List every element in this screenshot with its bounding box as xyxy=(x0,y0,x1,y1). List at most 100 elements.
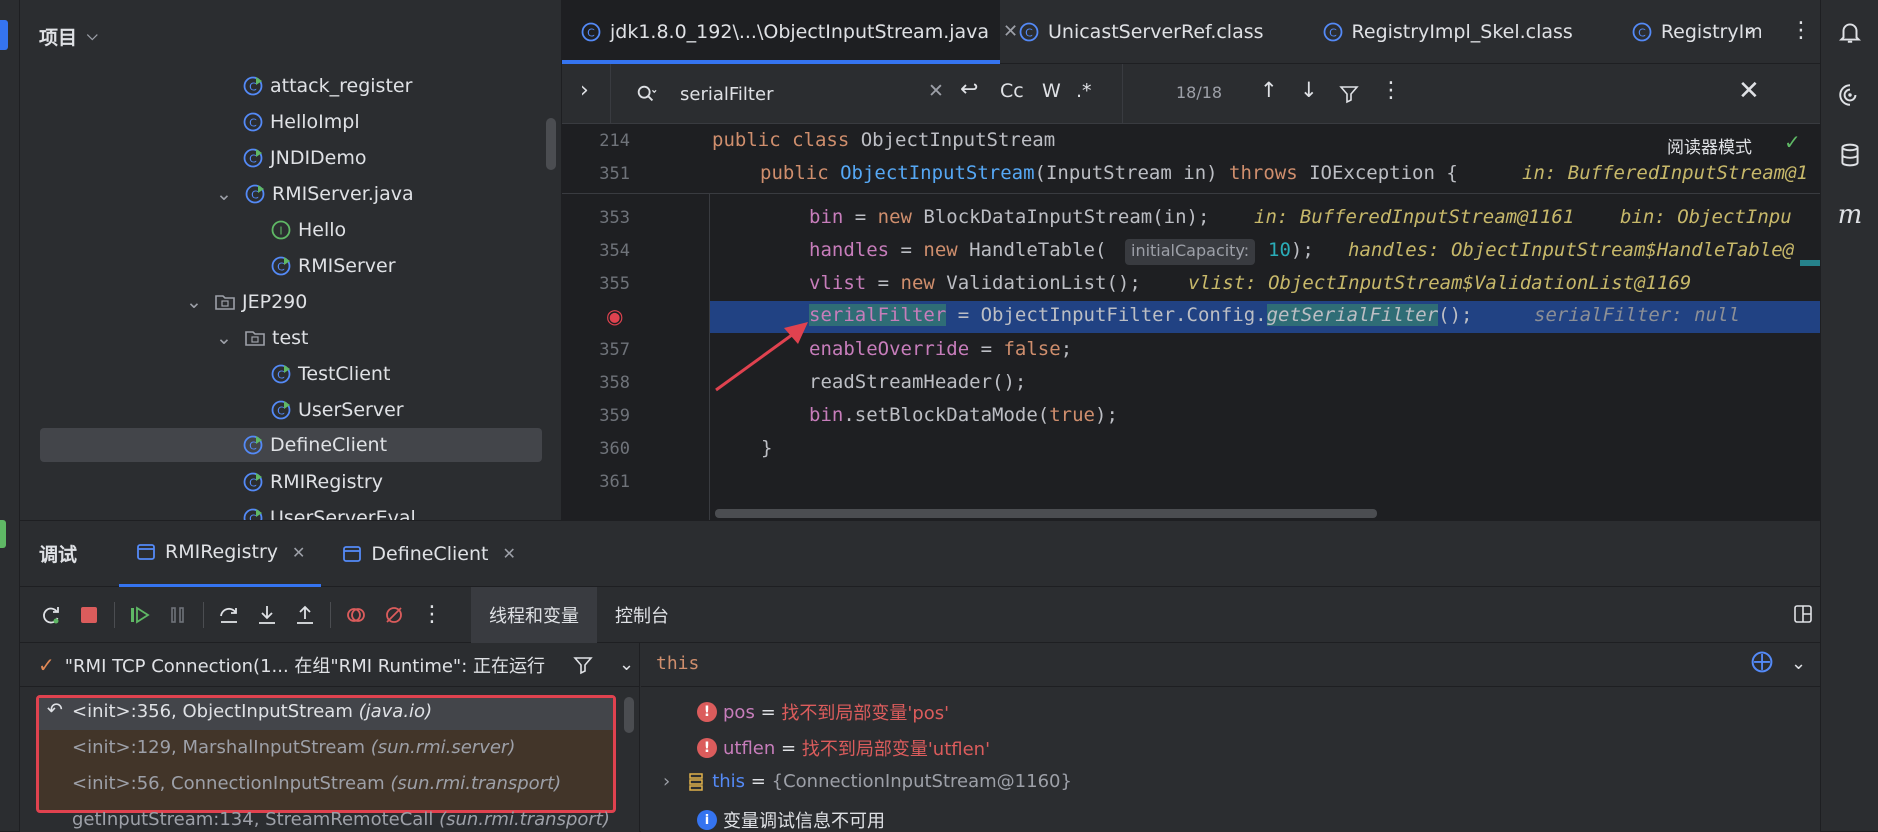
tree-item-rmiregistry[interactable]: C RMIRegistry xyxy=(242,465,383,499)
stack-frame[interactable]: <init>:56, ConnectionInputStream (sun.rm… xyxy=(72,773,561,794)
stop-icon[interactable] xyxy=(70,596,108,634)
session-tab-rmiregistry[interactable]: RMIRegistry ✕ xyxy=(119,521,322,587)
tree-item-testclient[interactable]: C TestClient xyxy=(270,357,390,391)
debug-tool-icon[interactable] xyxy=(0,520,6,548)
debug-tabs: 调试 RMIRegistry ✕ DefineClient ✕ xyxy=(20,521,1820,587)
tree-item-userserver[interactable]: C UserServer xyxy=(270,393,404,427)
mute-breakpoints-icon[interactable] xyxy=(375,596,413,634)
rerun-icon[interactable] xyxy=(32,596,70,634)
chevron-down-icon[interactable]: ⌄ xyxy=(216,327,232,349)
tree-item-hello[interactable]: I Hello xyxy=(270,213,346,247)
svg-text:C: C xyxy=(249,81,257,94)
close-find-icon[interactable]: ✕ xyxy=(1738,76,1760,106)
tab-threads-variables[interactable]: 线程和变量 xyxy=(471,586,597,643)
tree-item-test[interactable]: ⌄ test xyxy=(216,321,309,355)
tree-item-rmiserver-java[interactable]: ⌄ C RMIServer.java xyxy=(216,177,414,211)
whole-word-toggle[interactable]: W xyxy=(1042,80,1061,102)
sticky-constructor-decl: public ObjectInputStream(InputStream in)… xyxy=(760,162,1458,184)
session-tab-defineclient[interactable]: DefineClient ✕ xyxy=(325,521,531,587)
chevron-down-icon[interactable]: ⌵ xyxy=(87,28,98,44)
tab-objectinputstream[interactable]: C jdk1.8.0_192\...\ObjectInputStream.jav… xyxy=(562,0,1018,64)
search-icon[interactable] xyxy=(634,83,658,105)
variable-row[interactable]: ! utflen = 找不到局部变量'utflen' xyxy=(697,735,990,761)
class-run-icon: C xyxy=(243,435,263,455)
chevron-down-icon[interactable]: ⌄ xyxy=(216,183,232,205)
param-hint: initialCapacity: xyxy=(1125,239,1256,265)
horizontal-scrollbar[interactable] xyxy=(715,509,1377,518)
layout-icon[interactable] xyxy=(1792,603,1814,625)
class-run-icon: C xyxy=(271,400,291,420)
more-icon[interactable]: ⋮ xyxy=(1380,78,1402,103)
tab-registryimpl[interactable]: C RegistryIm xyxy=(1591,0,1761,64)
chevron-down-icon[interactable]: ⌄ xyxy=(619,654,634,675)
pause-icon[interactable] xyxy=(159,596,197,634)
svg-text:C: C xyxy=(249,513,257,521)
chevron-right-icon[interactable]: › xyxy=(580,78,589,103)
regex-toggle[interactable]: .* xyxy=(1076,80,1092,102)
chevron-down-icon[interactable]: ⌄ xyxy=(186,291,202,313)
project-scrollbar[interactable] xyxy=(546,118,556,170)
reader-mode-label[interactable]: 阅读器模式 xyxy=(1667,133,1752,158)
more-icon[interactable]: ⋮ xyxy=(1790,18,1812,43)
more-icon[interactable]: ⋮ xyxy=(413,596,451,634)
database-icon[interactable] xyxy=(1835,140,1865,170)
tree-item-jndidemo[interactable]: C JNDIDemo xyxy=(242,141,367,175)
step-into-icon[interactable] xyxy=(248,596,286,634)
tab-registryimpl-skel[interactable]: C RegistryImpl_Skel.class xyxy=(1282,0,1591,64)
tree-item-defineclient[interactable]: C DefineClient xyxy=(40,428,542,462)
svg-text:C: C xyxy=(277,405,285,418)
resume-icon[interactable] xyxy=(121,596,159,634)
ai-assistant-icon[interactable] xyxy=(1835,80,1865,110)
evaluate-input[interactable]: this xyxy=(656,653,699,674)
gutter-separator xyxy=(709,194,710,520)
maven-icon[interactable]: m xyxy=(1835,200,1865,230)
view-breakpoints-icon[interactable] xyxy=(337,596,375,634)
search-input[interactable] xyxy=(680,80,880,108)
tree-item-userservereval[interactable]: C UserServerEval xyxy=(242,501,416,520)
tree-item-attack-register[interactable]: C attack_register xyxy=(242,69,412,103)
notifications-icon[interactable] xyxy=(1835,17,1865,47)
arrow-up-icon[interactable]: ↑ xyxy=(1260,78,1278,102)
project-panel-header[interactable]: 项目 ⌵ xyxy=(20,0,561,72)
tree-item-rmiserver[interactable]: C RMIServer xyxy=(270,249,396,283)
tree-item-helloimpl[interactable]: C HelloImpl xyxy=(242,105,360,139)
tab-console[interactable]: 控制台 xyxy=(597,587,687,643)
line-number: 353 xyxy=(599,208,630,228)
breakpoint-eye-icon[interactable]: ◉ xyxy=(606,304,623,328)
stack-frame[interactable]: getInputStream:134, StreamRemoteCall (su… xyxy=(72,809,610,830)
arrow-down-icon[interactable]: ↓ xyxy=(1300,78,1318,102)
frames-scrollbar[interactable] xyxy=(624,697,634,733)
tree-item-jep290[interactable]: ⌄ JEP290 xyxy=(186,285,307,319)
stack-frame[interactable]: <init>:356, ObjectInputStream (java.io) xyxy=(72,701,432,722)
tab-unicastserverref[interactable]: C UnicastServerRef.class xyxy=(1000,0,1282,64)
variable-row[interactable]: › this = {ConnectionInputStream@1160} xyxy=(663,771,1072,792)
close-icon[interactable]: ✕ xyxy=(502,544,515,563)
class-icon: C xyxy=(1019,22,1039,41)
stack-frame[interactable]: <init>:129, MarshalInputStream (sun.rmi.… xyxy=(72,737,515,758)
filter-icon[interactable] xyxy=(573,655,593,675)
editor: C jdk1.8.0_192\...\ObjectInputStream.jav… xyxy=(562,0,1820,520)
sticky-lines: 214 public class ObjectInputStream 阅读器模式… xyxy=(562,124,1820,194)
add-watch-icon[interactable]: ⨁ xyxy=(1751,649,1773,674)
replace-icon[interactable]: ↩ xyxy=(960,77,978,102)
evaluate-bar[interactable]: this ⨁ ⌄ xyxy=(641,643,1820,687)
svg-text:C: C xyxy=(249,440,257,453)
chevron-down-icon[interactable]: ⌄ xyxy=(1791,653,1806,674)
chevron-down-icon[interactable]: ⌄ xyxy=(1742,18,1757,39)
svg-text:I: I xyxy=(279,225,282,238)
clear-icon[interactable]: ✕ xyxy=(928,80,944,102)
project-tool-icon[interactable] xyxy=(0,20,8,50)
class-icon: C xyxy=(1323,22,1342,41)
step-out-icon[interactable] xyxy=(286,596,324,634)
chevron-right-icon[interactable]: › xyxy=(663,771,670,792)
editor-tab-bar: C jdk1.8.0_192\...\ObjectInputStream.jav… xyxy=(562,0,1820,64)
code-area[interactable]: 214 public class ObjectInputStream 阅读器模式… xyxy=(562,124,1820,520)
variable-row[interactable]: ! pos = 找不到局部变量'pos' xyxy=(697,699,949,725)
thread-selector[interactable]: ✓ "RMI TCP Connection(1... 在组"RMI Runtim… xyxy=(20,643,639,687)
inline-debug-hint: serialFilter: null xyxy=(1534,304,1740,326)
match-case-toggle[interactable]: Cc xyxy=(1000,80,1024,102)
line-number: 351 xyxy=(599,164,630,184)
step-over-icon[interactable] xyxy=(210,596,248,634)
filter-icon[interactable] xyxy=(1339,84,1359,104)
close-icon[interactable]: ✕ xyxy=(292,543,305,562)
